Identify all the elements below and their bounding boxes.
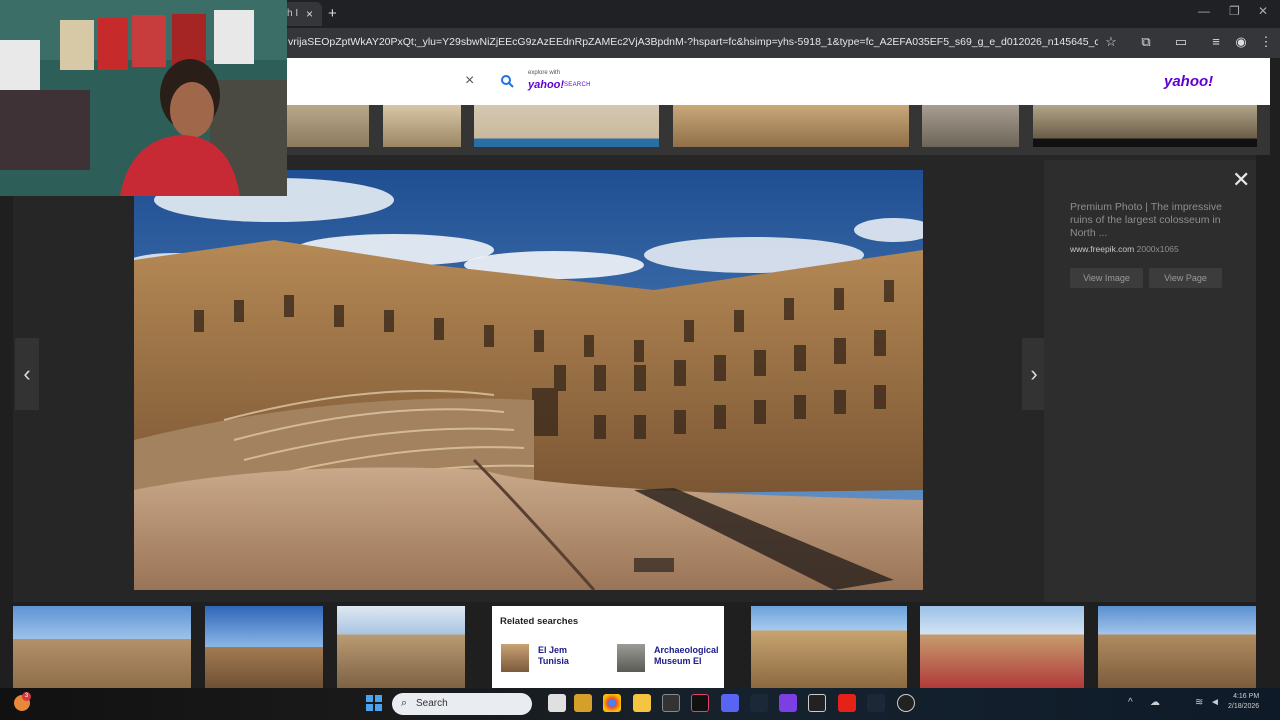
window-close-icon[interactable]: ✕	[1258, 4, 1268, 18]
profile-icon[interactable]: ◉	[1232, 33, 1250, 51]
taskbar-clock[interactable]: 4:16 PM 2/18/2026	[1228, 692, 1259, 712]
result-thumbnail[interactable]	[287, 105, 369, 147]
volume-icon[interactable]: ◄	[1210, 697, 1220, 708]
result-thumbnail[interactable]	[337, 606, 465, 688]
source-domain[interactable]: www.freepik.com	[1070, 244, 1134, 254]
search-icon: ⌕	[401, 697, 408, 709]
wifi-icon[interactable]: ≋	[1195, 697, 1203, 708]
clock-date: 2/18/2026	[1228, 703, 1260, 710]
related-thumbnail[interactable]	[501, 644, 529, 672]
result-thumbnail[interactable]	[383, 105, 461, 147]
clock-time: 4:16 PM	[1233, 693, 1260, 700]
result-thumbnail[interactable]	[1033, 105, 1257, 147]
image-source: www.freepik.com 2000x1065	[1070, 244, 1179, 254]
maximize-icon[interactable]: ❐	[1229, 4, 1240, 18]
next-image-button[interactable]: ›	[1022, 338, 1046, 410]
view-page-button[interactable]: View Page	[1149, 268, 1222, 288]
result-thumbnail[interactable]	[1098, 606, 1256, 688]
new-tab-button[interactable]: +	[328, 5, 337, 22]
search-icon[interactable]	[500, 74, 514, 88]
related-searches-heading: Related searches	[500, 616, 579, 627]
webcam-overlay	[0, 0, 287, 196]
clear-search-icon[interactable]: ×	[465, 72, 474, 90]
cast-icon[interactable]: ▭	[1172, 33, 1190, 51]
menu-icon[interactable]: ⋮	[1257, 33, 1275, 51]
bookmark-star-icon[interactable]: ☆	[1102, 33, 1120, 51]
yahoo-search-word: SEARCH	[564, 82, 591, 88]
yahoo-header	[287, 58, 1270, 105]
view-image-button[interactable]: View Image	[1070, 268, 1143, 288]
chrome-icon[interactable]	[603, 694, 621, 712]
file-explorer-icon[interactable]	[633, 694, 651, 712]
result-thumbnail[interactable]	[920, 606, 1084, 688]
yahoo-logo[interactable]: yahoo!	[1164, 73, 1213, 90]
result-thumbnail[interactable]	[474, 105, 659, 147]
youtube-icon[interactable]	[838, 694, 856, 712]
notification-badge: 3	[22, 692, 31, 701]
app-icon[interactable]	[808, 694, 826, 712]
start-button-icon[interactable]	[366, 695, 382, 711]
epic-games-icon[interactable]	[662, 694, 680, 712]
minimize-icon[interactable]: —	[1198, 4, 1210, 18]
tray-expand-icon[interactable]: ^	[1128, 697, 1133, 708]
result-thumbnail[interactable]	[13, 606, 191, 688]
task-view-icon[interactable]	[548, 694, 566, 712]
app-icon[interactable]	[897, 694, 915, 712]
discord-icon[interactable]	[721, 694, 739, 712]
related-thumbnail[interactable]	[617, 644, 645, 672]
image-dimensions: 2000x1065	[1136, 244, 1179, 254]
taskbar-search-box[interactable]: ⌕ Search	[392, 693, 532, 715]
onedrive-icon[interactable]: ☁	[1150, 697, 1160, 708]
close-viewer-icon[interactable]: ✕	[1232, 167, 1250, 193]
main-preview-image[interactable]	[134, 170, 923, 590]
url-field[interactable]: vrijaSEOpZptWkAY20PxQt;_ylu=Y29sbwNiZjEE…	[288, 36, 1098, 50]
explore-with-label: explore with	[528, 70, 561, 76]
steam-icon[interactable]	[867, 694, 885, 712]
extensions-icon[interactable]: ⧉	[1137, 33, 1155, 51]
tab-close-icon[interactable]: ×	[306, 7, 313, 21]
result-thumbnail[interactable]	[673, 105, 909, 147]
image-title[interactable]: Premium Photo | The impressive ruins of …	[1070, 201, 1230, 240]
previous-image-button[interactable]: ‹	[15, 338, 39, 410]
tiktok-icon[interactable]	[691, 694, 709, 712]
taskbar-search-label: Search	[416, 698, 448, 709]
result-thumbnail[interactable]	[751, 606, 907, 688]
rockstar-icon[interactable]	[574, 694, 592, 712]
related-item-el-jem[interactable]: El Jem Tunisia	[538, 645, 598, 667]
related-item-archaeological-museum[interactable]: Archaeological Museum El	[654, 645, 726, 667]
steam-icon[interactable]	[750, 694, 768, 712]
result-thumbnail[interactable]	[922, 105, 1019, 147]
result-thumbnail[interactable]	[205, 606, 323, 688]
app-icon[interactable]	[779, 694, 797, 712]
media-control-icon[interactable]: ≡	[1207, 33, 1225, 51]
yahoo-search-brand[interactable]: yahoo!	[528, 79, 564, 91]
